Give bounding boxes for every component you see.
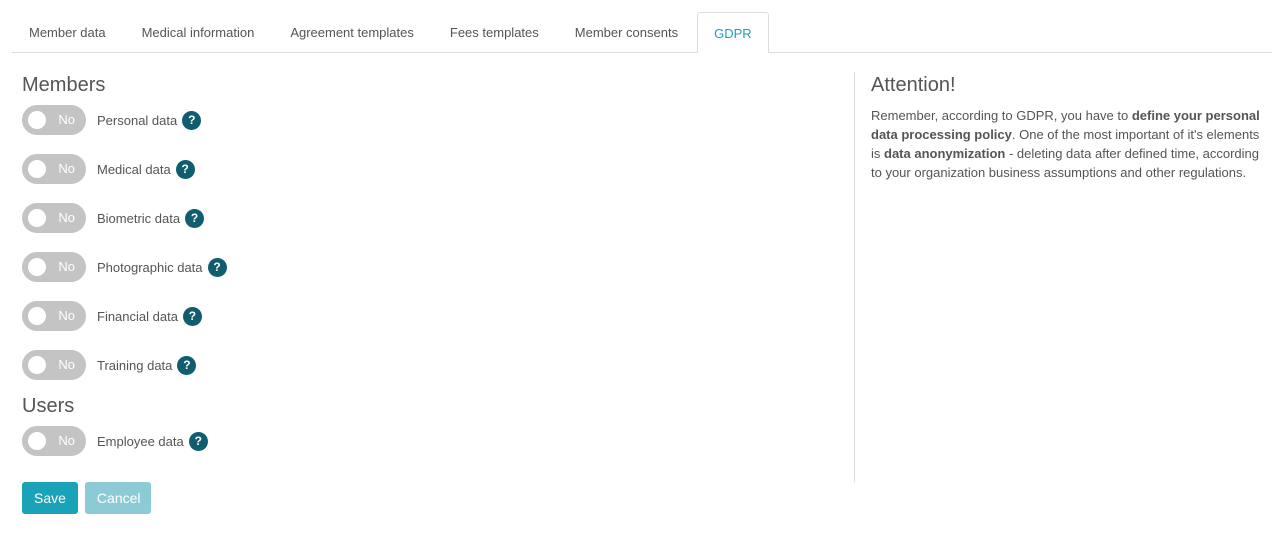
form-actions: Save Cancel	[22, 482, 151, 514]
toggle-state-label: No	[58, 308, 75, 323]
users-section-title: Users	[22, 395, 75, 417]
help-icon[interactable]: ?	[188, 431, 208, 451]
toggle-knob	[28, 258, 46, 276]
toggle-state-label: No	[58, 210, 75, 225]
biometric-data-toggle[interactable]: No	[22, 203, 86, 233]
help-icon[interactable]: ?	[175, 159, 195, 179]
attention-bold-anonymization: data anonymization	[884, 146, 1006, 161]
photographic-data-toggle[interactable]: No	[22, 252, 86, 282]
save-button[interactable]: Save	[22, 482, 78, 514]
help-icon[interactable]: ?	[207, 257, 227, 277]
tab-agreement-templates[interactable]: Agreement templates	[273, 12, 431, 52]
biometric-data-label: Biometric data	[97, 210, 181, 226]
attention-text: Remember, according to GDPR, you have to…	[871, 106, 1271, 182]
help-icon[interactable]: ?	[182, 110, 202, 130]
attention-text-part: Remember, according to GDPR, you have to	[871, 108, 1132, 123]
attention-panel: Attention! Remember, according to GDPR, …	[871, 72, 1271, 182]
setting-row-medical-data: No Medical data ?	[22, 154, 842, 184]
toggle-state-label: No	[58, 433, 75, 448]
tab-member-data[interactable]: Member data	[12, 12, 123, 52]
training-data-label: Training data	[97, 357, 173, 373]
employee-data-label: Employee data	[97, 433, 184, 449]
help-icon[interactable]: ?	[177, 355, 197, 375]
toggle-knob	[28, 111, 46, 129]
setting-row-financial-data: No Financial data ?	[22, 301, 842, 331]
personal-data-toggle[interactable]: No	[22, 105, 86, 135]
toggle-knob	[28, 432, 46, 450]
toggle-state-label: No	[58, 357, 75, 372]
setting-row-personal-data: No Personal data ?	[22, 105, 842, 135]
tab-fees-templates[interactable]: Fees templates	[433, 12, 556, 52]
setting-row-employee-data: No Employee data ?	[22, 426, 842, 456]
medical-data-label: Medical data	[97, 161, 171, 177]
members-section-title: Members	[22, 74, 106, 96]
settings-tabs: Member data Medical information Agreemen…	[12, 12, 1272, 53]
help-icon[interactable]: ?	[182, 306, 202, 326]
personal-data-label: Personal data	[97, 112, 178, 128]
financial-data-label: Financial data	[97, 308, 178, 324]
training-data-toggle[interactable]: No	[22, 350, 86, 380]
photographic-data-label: Photographic data	[97, 259, 203, 275]
tab-member-consents[interactable]: Member consents	[558, 12, 695, 52]
attention-title: Attention!	[871, 74, 956, 96]
tab-medical-information[interactable]: Medical information	[125, 12, 272, 52]
toggle-state-label: No	[58, 161, 75, 176]
toggle-knob	[28, 160, 46, 178]
financial-data-toggle[interactable]: No	[22, 301, 86, 331]
cancel-button[interactable]: Cancel	[84, 482, 151, 514]
setting-row-biometric-data: No Biometric data ?	[22, 203, 842, 233]
employee-data-toggle[interactable]: No	[22, 426, 86, 456]
toggle-knob	[28, 209, 46, 227]
toggle-state-label: No	[58, 112, 75, 127]
tab-gdpr[interactable]: GDPR	[697, 12, 769, 53]
toggle-knob	[28, 356, 46, 374]
medical-data-toggle[interactable]: No	[22, 154, 86, 184]
toggle-state-label: No	[58, 259, 75, 274]
gdpr-settings-panel: Members No Personal data ? No Medical da…	[22, 72, 842, 456]
vertical-divider	[854, 72, 855, 482]
setting-row-training-data: No Training data ?	[22, 350, 842, 380]
toggle-knob	[28, 307, 46, 325]
help-icon[interactable]: ?	[185, 208, 205, 228]
setting-row-photographic-data: No Photographic data ?	[22, 252, 842, 282]
